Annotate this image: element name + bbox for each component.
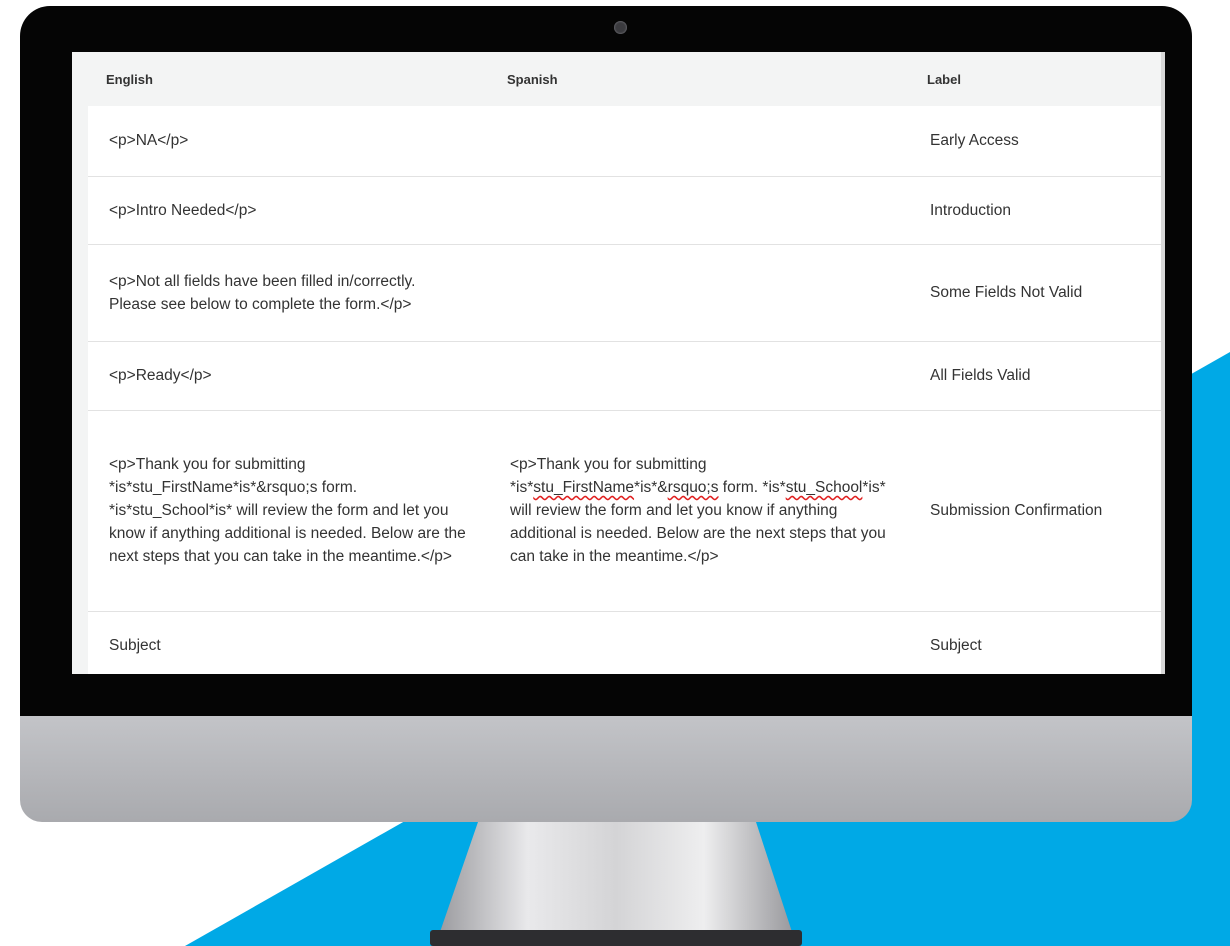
- table-row[interactable]: <p>Intro Needed</p> Introduction: [88, 176, 1161, 245]
- spanish-text: form. *is*: [718, 479, 786, 496]
- english-cell[interactable]: <p>Thank you for submitting *is*stu_Firs…: [88, 410, 489, 612]
- label-cell[interactable]: Some Fields Not Valid: [909, 244, 1161, 342]
- spanish-cell[interactable]: [489, 244, 909, 342]
- english-cell[interactable]: Subject: [88, 611, 489, 674]
- column-header-spanish[interactable]: Spanish: [489, 52, 909, 106]
- english-cell[interactable]: <p>NA</p>: [88, 106, 489, 177]
- spanish-cell[interactable]: [489, 106, 909, 177]
- spanish-cell[interactable]: <p>Thank you for submitting *is*stu_Firs…: [489, 410, 909, 612]
- screen-scrollbar-edge: [1161, 52, 1165, 674]
- spanish-cell[interactable]: [489, 611, 909, 674]
- misspelled-word[interactable]: rsquo;s: [668, 479, 719, 496]
- misspelled-word[interactable]: stu_FirstName: [533, 479, 634, 496]
- webcam-icon: [614, 21, 627, 34]
- monitor-screen: English Spanish Label <p>NA</p> Early Ac…: [72, 52, 1165, 674]
- label-cell[interactable]: Early Access: [909, 106, 1161, 177]
- table-row[interactable]: <p>Ready</p> All Fields Valid: [88, 341, 1161, 411]
- table-row[interactable]: Subject Subject: [88, 611, 1161, 674]
- spanish-cell[interactable]: [489, 341, 909, 411]
- spanish-cell[interactable]: [489, 176, 909, 245]
- misspelled-word[interactable]: stu_School: [786, 479, 863, 496]
- label-cell[interactable]: Introduction: [909, 176, 1161, 245]
- spanish-text: *is*&: [634, 479, 668, 496]
- column-header-label[interactable]: Label: [909, 52, 1161, 106]
- english-cell[interactable]: <p>Intro Needed</p>: [88, 176, 489, 245]
- monitor-chin: [20, 716, 1192, 822]
- english-cell[interactable]: <p>Not all fields have been filled in/co…: [88, 244, 489, 342]
- table-row[interactable]: <p>Thank you for submitting *is*stu_Firs…: [88, 410, 1161, 612]
- label-cell[interactable]: All Fields Valid: [909, 341, 1161, 411]
- english-cell[interactable]: <p>Ready</p>: [88, 341, 489, 411]
- table-row[interactable]: <p>Not all fields have been filled in/co…: [88, 244, 1161, 342]
- label-cell[interactable]: Submission Confirmation: [909, 410, 1161, 612]
- label-cell[interactable]: Subject: [909, 611, 1161, 674]
- monitor-stand: [430, 822, 802, 946]
- table-header-row: English Spanish Label: [88, 52, 1161, 106]
- translation-table: English Spanish Label <p>NA</p> Early Ac…: [88, 52, 1161, 674]
- table-row[interactable]: <p>NA</p> Early Access: [88, 106, 1161, 177]
- column-header-english[interactable]: English: [88, 52, 489, 106]
